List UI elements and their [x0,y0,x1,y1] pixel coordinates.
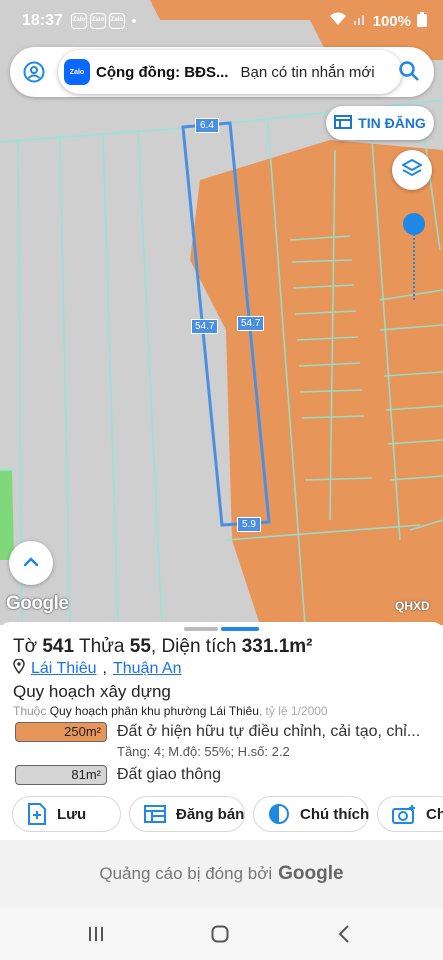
planning-subtitle: Thuộc Quy hoạch phân khu phường Lái Thiê… [13,704,328,718]
sell-listing-button[interactable]: Đăng bán [129,796,245,832]
parcel-title: Tờ 541 Thửa 55, Diện tích 331.1m² [13,636,313,657]
parcel-location: Lái Thiêu, Thuận An [13,658,182,679]
post-listing-label: TIN ĐĂNG [358,115,426,131]
signal-icon [353,12,367,30]
ad-closed-banner: Quảng cáo bị đóng bởi Google [0,840,443,908]
layers-icon [401,157,423,184]
parcel-edge-left-label: 54.7 [191,319,219,334]
photo-button[interactable]: Chụ [377,796,443,832]
notification-message: Bạn có tin nhắn mới [240,63,375,81]
land-use-area-badge: 250m² [15,722,107,742]
opacity-slider-handle[interactable] [403,213,425,235]
add-file-icon [27,803,47,825]
chevron-up-icon [23,554,39,572]
location-pin-icon [13,658,25,679]
user-account-icon[interactable] [15,53,53,91]
back-icon[interactable] [336,924,352,944]
planning-title: Quy hoạch xây dựng [13,682,171,701]
notification-title: Cộng đồng: BĐS... [96,63,229,81]
recent-apps-icon[interactable] [86,924,106,944]
land-use-label: Đất ở hiện hữu tự điều chỉnh, cải tạo, c… [117,723,421,740]
contrast-icon [268,803,290,825]
parcel-edge-right-label: 54.7 [237,316,265,331]
expand-sheet-button[interactable] [9,541,53,585]
battery-icon [417,11,427,31]
search-icon[interactable] [398,60,420,87]
planning-name: Quy hoạch phân khu phường Lái Thiêu [49,704,259,718]
district-link[interactable]: Thuận An [113,660,182,678]
status-bar: 18:37 Zalo Zalo Zalo 100% [0,0,443,42]
sheet-handle[interactable] [184,627,218,631]
zalo-notification-icon: Zalo [70,13,87,29]
search-bar[interactable]: Zalo Cộng đồng: BĐS... Bạn có tin nhắn m… [10,47,434,97]
opacity-slider-track[interactable] [413,226,415,300]
wifi-icon [329,12,347,30]
google-watermark: Google [6,593,69,614]
planning-scale: tỷ lệ 1/2000 [265,704,328,718]
action-bar: Lưu Đăng bán Chú thích Chụ [12,796,443,832]
more-notifications-dot [131,19,136,23]
parcel-edge-bottom-label: 5.9 [237,517,261,532]
parcel-info-sheet: Tờ 541 Thửa 55, Diện tích 331.1m² Lái Th… [0,622,443,840]
parcel-edge-top-label: 6.4 [195,118,219,133]
system-nav-bar [0,908,443,960]
layers-button[interactable] [392,150,432,190]
land-use-detail: Tầng: 4; M.độ: 55%; H.số: 2.2 [117,744,290,759]
listing-icon [144,805,166,823]
land-use-row[interactable]: 81m² Đất giao thông [15,765,221,785]
zalo-notification-icon: Zalo [108,13,125,29]
sheet-handle-active[interactable] [221,627,259,631]
ad-closed-text: Quảng cáo bị đóng bởi [99,864,273,883]
zalo-notification-icon: Zalo [89,13,106,29]
save-button[interactable]: Lưu [12,796,121,832]
ad-brand: Google [278,863,344,884]
legend-button[interactable]: Chú thích [253,796,369,832]
listing-icon [334,114,353,132]
land-use-area-badge: 81m² [15,765,107,785]
post-listing-button[interactable]: TIN ĐĂNG [326,106,434,140]
status-time: 18:37 [22,12,63,29]
layer-code-label: QHXD [395,599,430,613]
battery-level: 100% [372,12,411,30]
land-use-label: Đất giao thông [117,766,222,783]
zalo-logo: Zalo [64,59,90,85]
camera-add-icon [392,804,416,824]
ward-link[interactable]: Lái Thiêu [31,660,97,678]
land-use-row[interactable]: 250m² Đất ở hiện hữu tự điều chỉnh, cải … [15,722,420,742]
home-icon[interactable] [209,924,231,944]
zalo-notification-popup[interactable]: Zalo Cộng đồng: BĐS... Bạn có tin nhắn m… [58,50,402,94]
